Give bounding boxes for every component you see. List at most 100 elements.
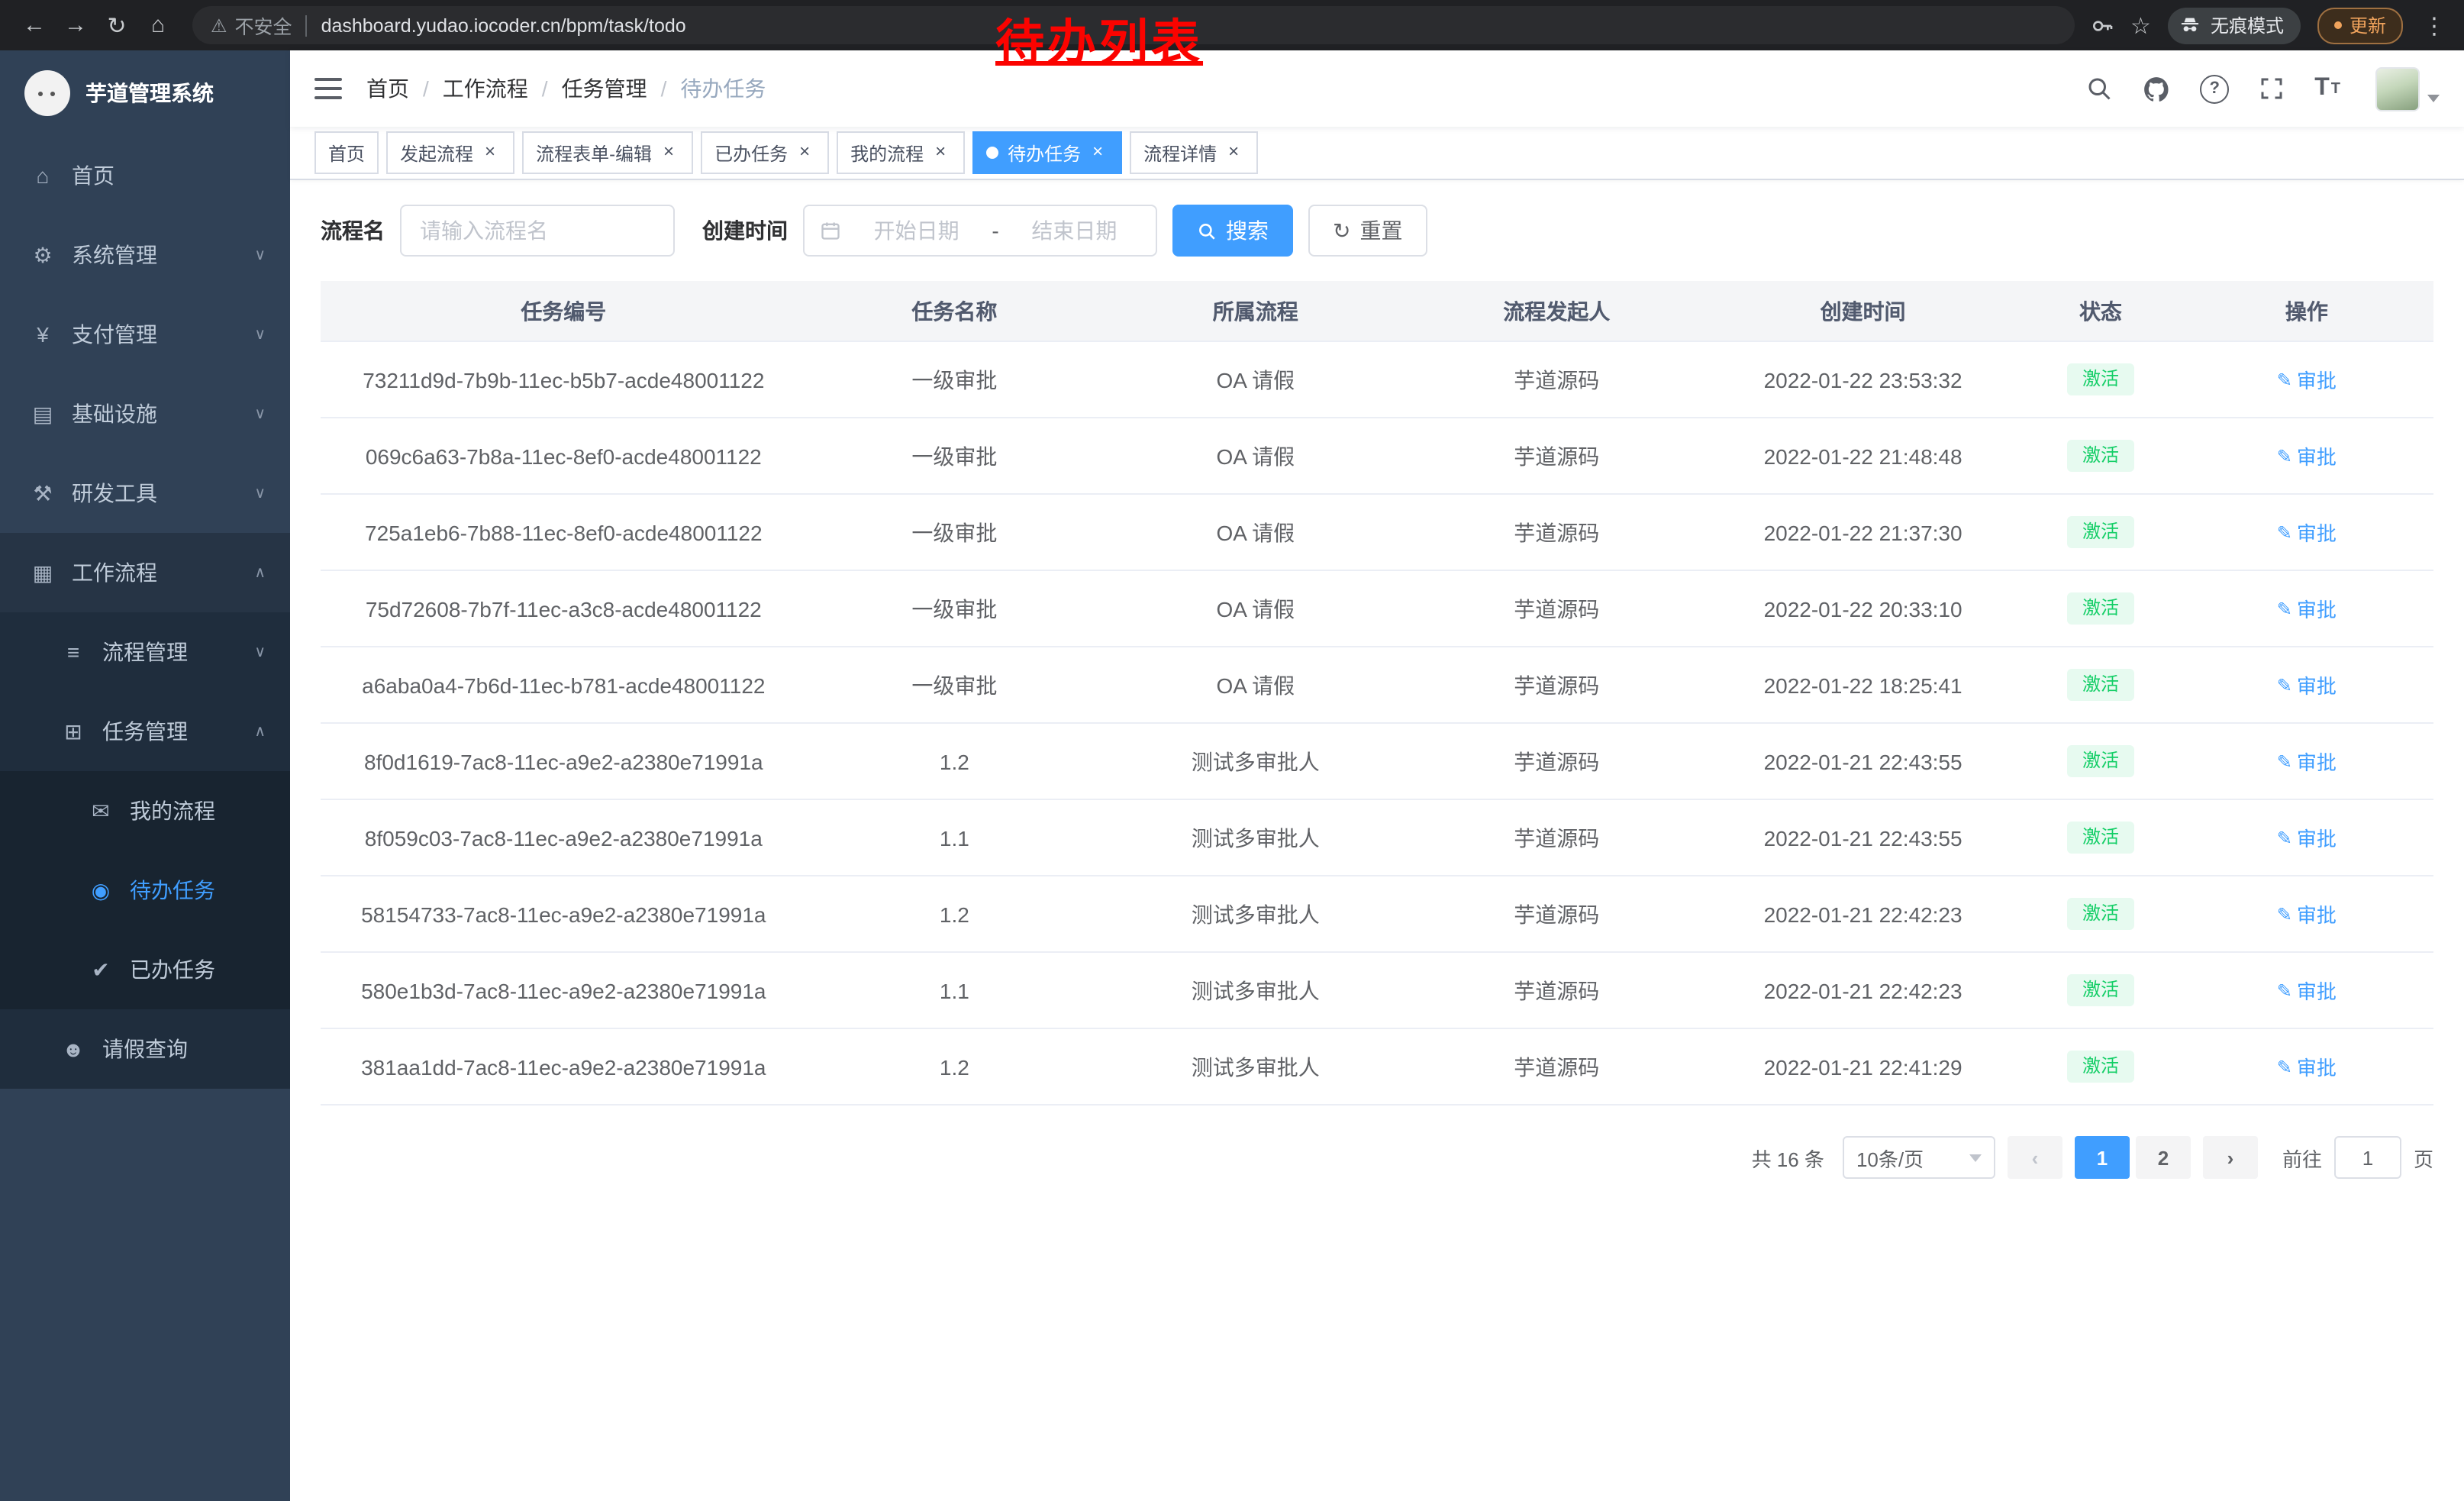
sidebar-item-done-tasks[interactable]: ✔ 已办任务	[0, 930, 290, 1009]
search-button[interactable]: 搜索	[1172, 205, 1293, 257]
cell-process: OA 请假	[1102, 647, 1408, 723]
page-button-1[interactable]: 1	[2075, 1136, 2130, 1179]
close-icon[interactable]: ×	[930, 142, 951, 163]
page-button-2[interactable]: 2	[2136, 1136, 2191, 1179]
user-avatar[interactable]	[2375, 66, 2440, 111]
approve-link[interactable]: ✎审批	[2277, 365, 2337, 394]
approve-link[interactable]: ✎审批	[2277, 441, 2337, 470]
tag-done-tasks[interactable]: 已办任务 ×	[701, 131, 829, 174]
approve-link[interactable]: ✎审批	[2277, 899, 2337, 928]
github-icon[interactable]	[2142, 74, 2171, 103]
sidebar-item-home[interactable]: ⌂ 首页	[0, 136, 290, 215]
close-icon[interactable]: ×	[1223, 142, 1244, 163]
browser-home-icon[interactable]: ⌂	[139, 6, 177, 44]
table-row: 73211d9d-7b9b-11ec-b5b7-acde48001122 一级审…	[321, 341, 2433, 418]
sidebar-item-my-process[interactable]: ✉ 我的流程	[0, 771, 290, 851]
sidebar-item-system-management[interactable]: ⚙ 系统管理 ∨	[0, 215, 290, 295]
approve-link[interactable]: ✎审批	[2277, 823, 2337, 852]
tag-start-process[interactable]: 发起流程 ×	[386, 131, 514, 174]
close-icon[interactable]: ×	[794, 142, 815, 163]
close-icon[interactable]: ×	[479, 142, 501, 163]
sidebar-item-label: 工作流程	[72, 557, 157, 588]
approve-link[interactable]: ✎审批	[2277, 670, 2337, 699]
breadcrumb-workflow[interactable]: 工作流程	[443, 73, 528, 104]
column-header-task-name: 任务名称	[807, 281, 1103, 341]
table-row: 8f0d1619-7ac8-11ec-a9e2-a2380e71991a 1.2…	[321, 723, 2433, 799]
tag-home[interactable]: 首页	[314, 131, 379, 174]
approve-link[interactable]: ✎审批	[2277, 1052, 2337, 1081]
sidebar-item-dev-tools[interactable]: ⚒ 研发工具 ∨	[0, 454, 290, 533]
column-header-create-time: 创建时间	[1704, 281, 2021, 341]
approve-link[interactable]: ✎审批	[2277, 518, 2337, 547]
status-badge: 激活	[2067, 1050, 2134, 1083]
cell-create-time: 2022-01-22 21:48:48	[1704, 418, 2021, 494]
update-label: 更新	[2350, 12, 2386, 38]
menu-icon: ⚒	[31, 480, 55, 506]
refresh-icon: ↻	[1333, 218, 1350, 244]
tag-process-detail[interactable]: 流程详情 ×	[1130, 131, 1258, 174]
browser-reload-icon[interactable]: ↻	[98, 6, 136, 44]
cell-task-name: 一级审批	[807, 570, 1103, 647]
sidebar-item-leave-query[interactable]: ☻ 请假查询	[0, 1009, 290, 1089]
cell-create-time: 2022-01-22 18:25:41	[1704, 647, 2021, 723]
menu-icon: ✉	[89, 798, 113, 824]
breadcrumb-home[interactable]: 首页	[366, 73, 409, 104]
incognito-label: 无痕模式	[2211, 12, 2284, 38]
next-page-button[interactable]: ›	[2203, 1136, 2258, 1179]
browser-menu-icon[interactable]: ⋮	[2420, 11, 2449, 39]
cell-starter: 芋道源码	[1408, 570, 1704, 647]
page-size-select[interactable]: 10条/页	[1843, 1136, 1995, 1179]
reset-button[interactable]: ↻ 重置	[1308, 205, 1427, 257]
table-row: 58154733-7ac8-11ec-a9e2-a2380e71991a 1.2…	[321, 876, 2433, 952]
address-bar[interactable]: ⚠ 不安全 dashboard.yudao.iocoder.cn/bpm/tas…	[192, 6, 2074, 44]
incognito-badge[interactable]: 无痕模式	[2168, 7, 2301, 44]
password-key-icon[interactable]	[2089, 13, 2114, 37]
approve-link[interactable]: ✎审批	[2277, 976, 2337, 1005]
goto-page-input[interactable]	[2334, 1136, 2401, 1179]
filter-bar: 流程名 创建时间 开始日期 - 结束日期 搜索	[321, 205, 2433, 257]
bookmark-star-icon[interactable]: ☆	[2130, 11, 2151, 39]
tag-my-process[interactable]: 我的流程 ×	[837, 131, 965, 174]
page-numbers: 12	[2075, 1136, 2191, 1179]
close-icon[interactable]: ×	[1087, 142, 1108, 163]
tag-process-form-edit[interactable]: 流程表单-编辑 ×	[522, 131, 693, 174]
sidebar-item-label: 首页	[72, 160, 114, 191]
prev-page-button[interactable]: ‹	[2008, 1136, 2062, 1179]
help-icon[interactable]: ?	[2200, 74, 2229, 103]
breadcrumb-task-management[interactable]: 任务管理	[562, 73, 647, 104]
browser-update-button[interactable]: 更新	[2317, 7, 2403, 44]
sidebar-item-workflow[interactable]: ▦ 工作流程 ∧	[0, 533, 290, 612]
sidebar-item-todo-tasks[interactable]: ◉ 待办任务	[0, 851, 290, 930]
sidebar-item-infrastructure[interactable]: ▤ 基础设施 ∨	[0, 374, 290, 454]
close-icon[interactable]: ×	[658, 142, 679, 163]
column-header-process: 所属流程	[1102, 281, 1408, 341]
browser-toolbar: ← → ↻ ⌂ ⚠ 不安全 dashboard.yudao.iocoder.cn…	[0, 0, 2464, 50]
task-table-body: 73211d9d-7b9b-11ec-b5b7-acde48001122 一级审…	[321, 341, 2433, 1105]
browser-back-icon[interactable]: ←	[15, 6, 53, 44]
approve-link[interactable]: ✎审批	[2277, 594, 2337, 623]
sidebar-item-task-management[interactable]: ⊞ 任务管理 ∧	[0, 692, 290, 771]
search-icon[interactable]	[2085, 75, 2113, 102]
cell-create-time: 2022-01-22 20:33:10	[1704, 570, 2021, 647]
fullscreen-icon[interactable]	[2258, 75, 2285, 102]
browser-forward-icon[interactable]: →	[56, 6, 95, 44]
tag-todo-tasks[interactable]: 待办任务 ×	[972, 131, 1122, 174]
cell-create-time: 2022-01-21 22:42:23	[1704, 876, 2021, 952]
page-content: 流程名 创建时间 开始日期 - 结束日期 搜索	[290, 180, 2464, 1501]
cell-starter: 芋道源码	[1408, 799, 1704, 876]
date-range-picker[interactable]: 开始日期 - 结束日期	[803, 205, 1157, 257]
cell-starter: 芋道源码	[1408, 494, 1704, 570]
main-area: 首页 / 工作流程 / 任务管理 / 待办任务 ?	[290, 50, 2464, 1501]
start-date-placeholder: 开始日期	[850, 215, 982, 246]
status-badge: 激活	[2067, 592, 2134, 625]
app-logo[interactable]: 芋道管理系统	[0, 50, 290, 136]
sidebar-item-process-management[interactable]: ≡ 流程管理 ∨	[0, 612, 290, 692]
sidebar-item-label: 请假查询	[102, 1034, 188, 1064]
calendar-icon	[820, 220, 841, 241]
process-name-input[interactable]	[400, 205, 675, 257]
text-size-icon[interactable]: TT	[2314, 75, 2340, 102]
sidebar-item-payment-management[interactable]: ¥ 支付管理 ∨	[0, 295, 290, 374]
sidebar-toggle-icon[interactable]	[314, 78, 342, 99]
approve-link[interactable]: ✎审批	[2277, 747, 2337, 776]
edit-icon: ✎	[2277, 674, 2292, 696]
